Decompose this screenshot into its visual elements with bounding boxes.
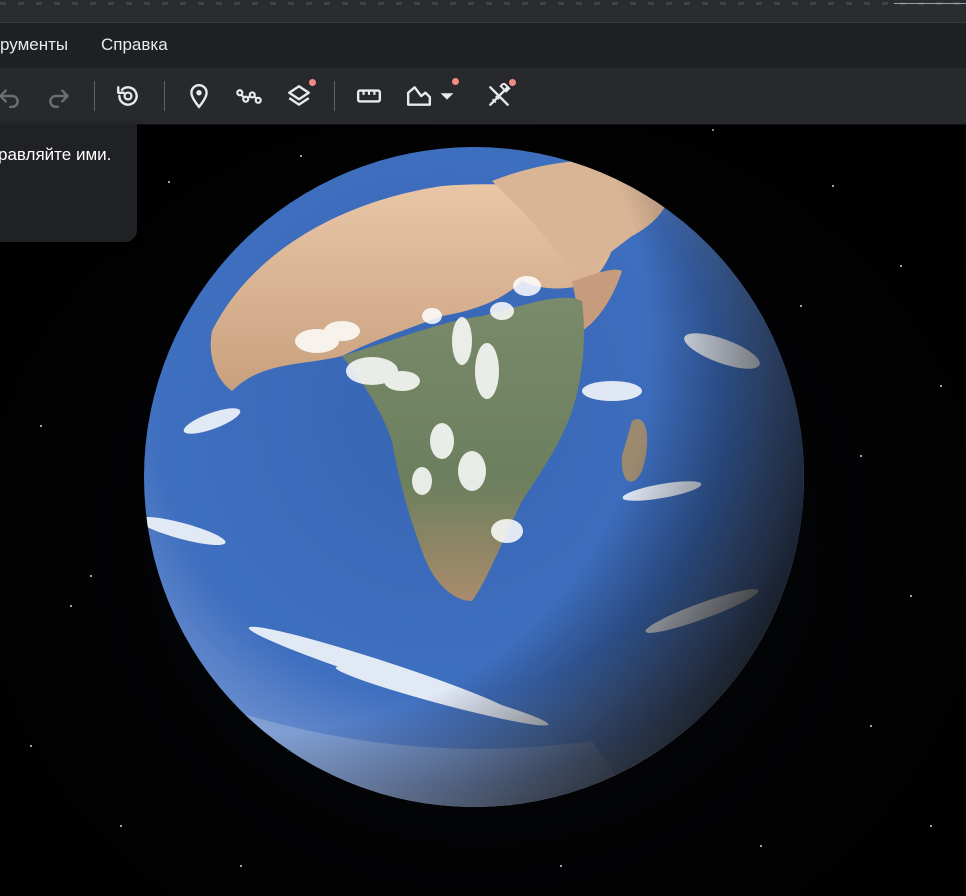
star [120,825,122,827]
hint-text: равляйте ими. [0,145,112,164]
earth-globe[interactable] [142,141,810,813]
star [560,865,562,867]
map-style-icon [406,86,432,106]
measure-tools-button[interactable] [484,79,516,111]
redo-icon [49,89,69,109]
history-button[interactable] [113,81,143,111]
toolbar-separator [334,81,335,111]
map-style-dropdown[interactable] [436,78,459,111]
truncated-text-strip [0,2,966,5]
history-icon [117,86,138,106]
toolbar [0,68,966,125]
add-placemark-button[interactable] [184,81,214,111]
map-style-button[interactable] [404,81,434,111]
notification-dot [509,79,516,86]
redo-button[interactable] [44,81,74,111]
menu-tools[interactable]: рументы [0,35,68,55]
star [910,595,912,597]
undo-button[interactable] [0,81,24,111]
layers-button[interactable] [284,79,316,111]
star [712,129,714,131]
star [832,185,834,187]
caret-down-icon [440,93,454,100]
star [900,265,902,267]
hint-panel: равляйте ими. [0,124,137,242]
link-underline [894,3,966,4]
layers-icon [288,85,310,106]
star [90,575,92,577]
toolbar-separator [94,81,95,111]
path-icon [236,89,262,104]
star [870,725,872,727]
globe-svg [144,147,804,807]
star [940,385,942,387]
ruler-button[interactable] [354,81,384,111]
measure-tools-icon [489,83,511,106]
star [40,425,42,427]
menu-bar: рументы Справка [0,23,966,68]
star [240,865,242,867]
notification-dot [452,78,459,85]
placemark-icon [190,83,208,109]
toolbar-separator [164,81,165,111]
add-path-button[interactable] [234,81,264,111]
star [70,605,72,607]
star [860,455,862,457]
star [30,745,32,747]
notification-dot [309,79,316,86]
top-strip [0,0,966,23]
undo-icon [0,89,19,109]
star [930,825,932,827]
ruler-icon [356,89,382,103]
star [760,845,762,847]
menu-help[interactable]: Справка [101,35,168,55]
